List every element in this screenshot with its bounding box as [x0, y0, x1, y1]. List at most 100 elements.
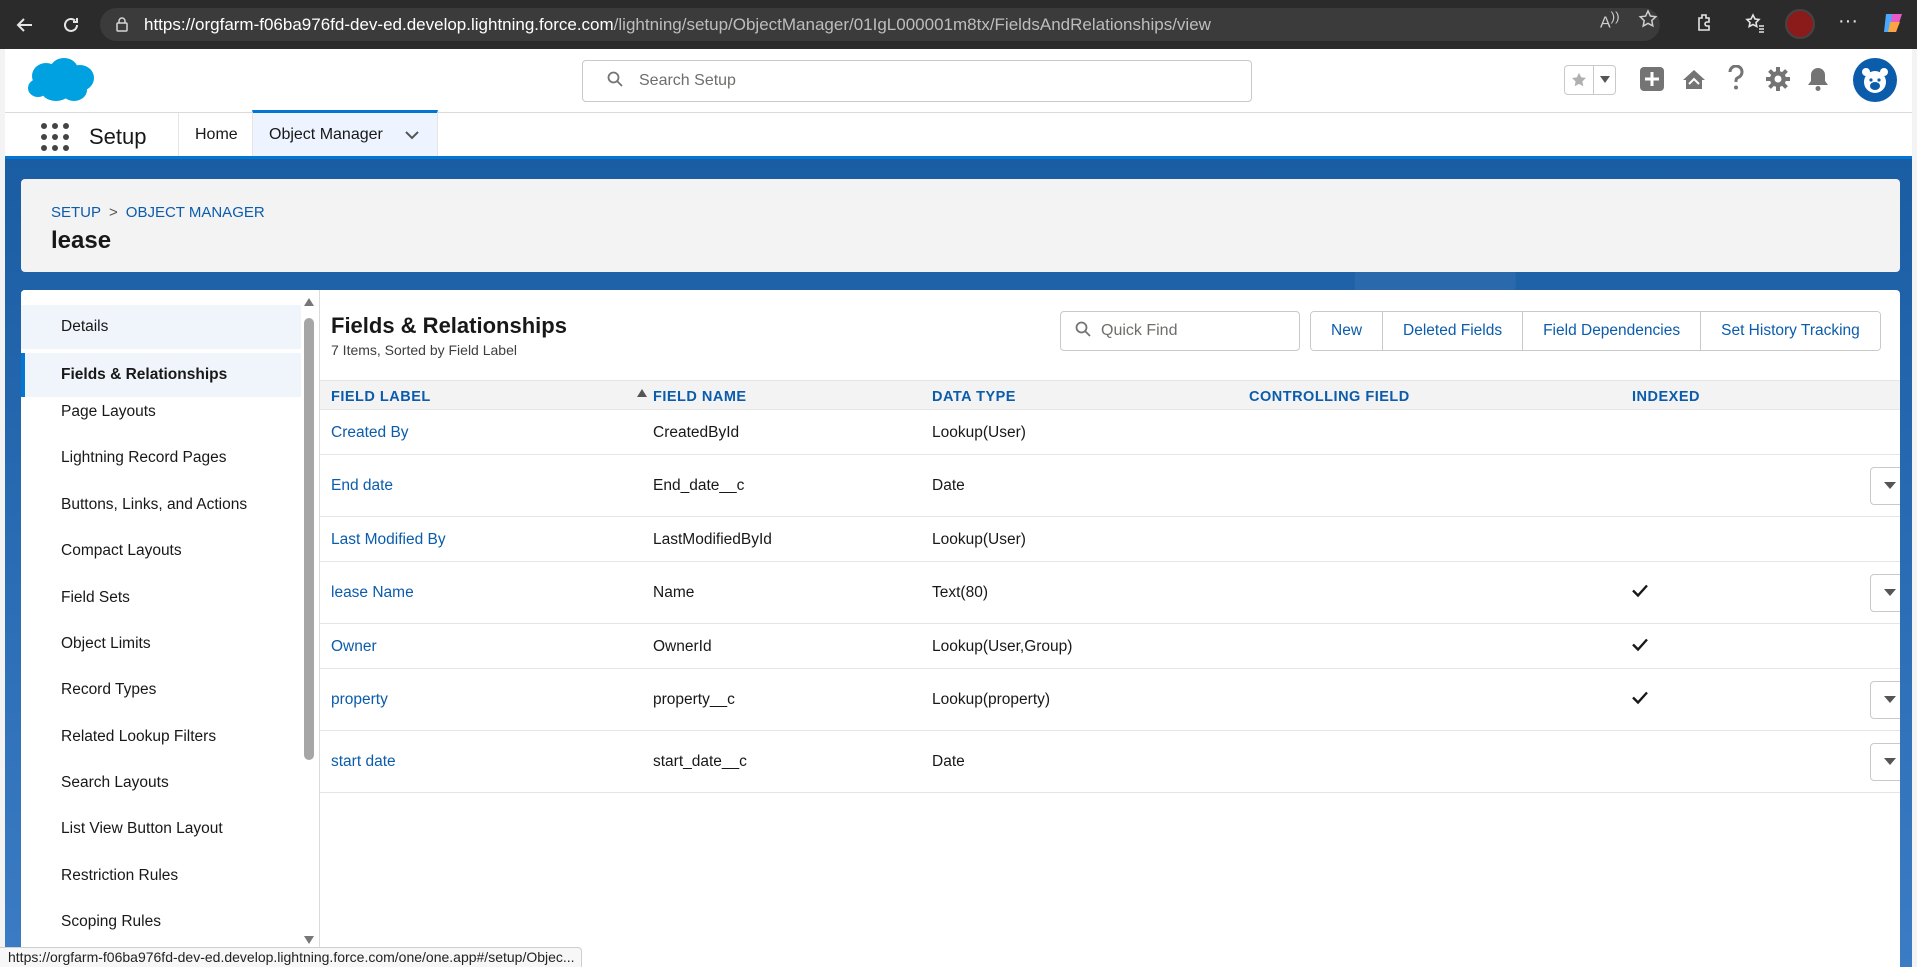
- data-type: Lookup(User): [932, 530, 1026, 548]
- scroll-down-arrow-icon[interactable]: [304, 936, 314, 947]
- sidebar-item-search-layouts[interactable]: Search Layouts: [21, 761, 301, 805]
- favorites-control[interactable]: [1564, 65, 1616, 95]
- extensions-icon[interactable]: [1694, 12, 1716, 39]
- data-type: Lookup(property): [932, 691, 1051, 708]
- scroll-thumb[interactable]: [304, 318, 314, 760]
- search-icon: [607, 71, 623, 92]
- sidebar-item-record-types[interactable]: Record Types: [21, 668, 301, 712]
- search-setup-input[interactable]: [639, 72, 1199, 90]
- sidebar-item-related-lookup-filters[interactable]: Related Lookup Filters: [21, 715, 301, 759]
- favorites-icon[interactable]: [1744, 12, 1766, 39]
- refresh-icon[interactable]: [58, 12, 84, 38]
- fields-relationships-panel: Fields & Relationships 7 Items, Sorted b…: [320, 290, 1900, 967]
- row-actions-dropdown[interactable]: [1870, 467, 1900, 505]
- address-bar[interactable]: https://orgfarm-f06ba976fd-dev-ed.develo…: [100, 8, 1660, 41]
- sidebar-item-field-sets[interactable]: Field Sets: [21, 576, 301, 620]
- favorite-star-icon[interactable]: [1638, 9, 1658, 34]
- field-label-link[interactable]: lease Name: [331, 584, 414, 602]
- site-info-icon[interactable]: [114, 16, 130, 37]
- global-header: [5, 49, 1912, 113]
- data-type: Lookup(User): [932, 423, 1026, 441]
- notifications-bell-icon[interactable]: [1807, 66, 1829, 97]
- new-button[interactable]: New: [1311, 312, 1383, 350]
- field-name: End_date__c: [653, 477, 745, 494]
- tab-object-manager[interactable]: Object Manager: [252, 110, 438, 156]
- sidebar-item-compact-layouts[interactable]: Compact Layouts: [21, 529, 301, 573]
- sidebar-scrollbar[interactable]: [301, 290, 317, 967]
- column-header-indexed[interactable]: INDEXED: [1632, 389, 1700, 405]
- sidebar-item-label: Field Sets: [61, 589, 130, 606]
- field-label-link[interactable]: Last Modified By: [331, 531, 446, 549]
- indexed-checkmark-icon: [1632, 584, 1648, 603]
- user-avatar[interactable]: [1853, 58, 1897, 102]
- indexed-checkmark-icon: [1632, 637, 1648, 656]
- sidebar-item-label: Fields & Relationships: [61, 366, 228, 383]
- help-icon[interactable]: [1727, 64, 1745, 96]
- setup-gear-icon[interactable]: [1765, 66, 1791, 97]
- chevron-down-icon[interactable]: [405, 130, 419, 140]
- table-row: Last Modified By LastModifiedById Lookup…: [320, 518, 1900, 562]
- sidebar-item-label: Lightning Record Pages: [61, 449, 227, 466]
- sidebar-item-label: Object Limits: [61, 635, 151, 652]
- scroll-up-arrow-icon[interactable]: [304, 298, 314, 309]
- sidebar-item-details[interactable]: Details: [21, 305, 301, 349]
- app-navigation-bar: Setup Home Object Manager: [5, 110, 1912, 159]
- favorites-dropdown-icon[interactable]: [1594, 66, 1615, 94]
- column-header-controlling-field[interactable]: CONTROLLING FIELD: [1249, 389, 1410, 405]
- breadcrumb-setup[interactable]: SETUP: [51, 204, 101, 221]
- column-header-data-type[interactable]: DATA TYPE: [932, 389, 1016, 405]
- row-actions-dropdown[interactable]: [1870, 743, 1900, 781]
- field-name: CreatedById: [653, 423, 740, 441]
- breadcrumb-object-manager[interactable]: OBJECT MANAGER: [126, 204, 265, 221]
- browser-toolbar: https://orgfarm-f06ba976fd-dev-ed.develo…: [0, 0, 1917, 49]
- browser-profile-avatar[interactable]: [1785, 9, 1815, 39]
- sort-ascending-icon[interactable]: [637, 389, 647, 400]
- app-launcher-icon[interactable]: [41, 123, 69, 151]
- field-label-link[interactable]: End date: [331, 477, 393, 495]
- sidebar-item-label: Scoping Rules: [61, 913, 161, 930]
- field-name: LastModifiedById: [653, 530, 772, 548]
- quick-find-input[interactable]: [1101, 322, 1291, 340]
- data-type: Date: [932, 753, 965, 770]
- field-label-link[interactable]: property: [331, 691, 388, 709]
- more-options-icon[interactable]: ···: [1838, 10, 1858, 33]
- data-type: Lookup(User,Group): [932, 637, 1073, 655]
- tab-home[interactable]: Home: [178, 113, 254, 156]
- sidebar-item-label: Compact Layouts: [61, 542, 182, 559]
- sidebar-item-label: Buttons, Links, and Actions: [61, 496, 248, 513]
- sidebar-item-restriction-rules[interactable]: Restriction Rules: [21, 854, 301, 898]
- search-setup-box[interactable]: [582, 60, 1252, 102]
- table-row: start date start_date__c Date: [320, 732, 1900, 793]
- sidebar-item-list-view-button-layout[interactable]: List View Button Layout: [21, 807, 301, 851]
- search-icon: [1075, 321, 1091, 342]
- chevron-down-icon: [1884, 589, 1896, 596]
- read-aloud-icon[interactable]: A)): [1600, 9, 1620, 32]
- deleted-fields-button[interactable]: Deleted Fields: [1382, 312, 1523, 350]
- row-actions-dropdown[interactable]: [1870, 681, 1900, 719]
- sidebar-item-page-layouts[interactable]: Page Layouts: [21, 390, 301, 434]
- field-label-link[interactable]: start date: [331, 753, 396, 771]
- field-label-link[interactable]: Owner: [331, 638, 377, 656]
- chevron-down-icon: [1884, 696, 1896, 703]
- field-dependencies-button[interactable]: Field Dependencies: [1522, 312, 1701, 350]
- section-subtitle: 7 Items, Sorted by Field Label: [331, 342, 517, 358]
- copilot-icon[interactable]: [1880, 10, 1906, 41]
- sidebar-item-buttons-links-actions[interactable]: Buttons, Links, and Actions: [21, 483, 301, 527]
- favorite-star-icon[interactable]: [1565, 66, 1595, 94]
- column-header-field-name[interactable]: FIELD NAME: [653, 389, 747, 405]
- field-label-link[interactable]: Created By: [331, 424, 409, 442]
- sidebar-item-scoping-rules[interactable]: Scoping Rules: [21, 900, 301, 944]
- set-history-tracking-button[interactable]: Set History Tracking: [1700, 312, 1880, 350]
- chevron-down-icon: [1884, 482, 1896, 489]
- column-header-field-label[interactable]: FIELD LABEL: [331, 389, 431, 405]
- global-actions-icon[interactable]: [1639, 66, 1665, 97]
- row-actions-dropdown[interactable]: [1870, 574, 1900, 612]
- url-path: /lightning/setup/ObjectManager/01IgL0000…: [613, 14, 1211, 34]
- salesforce-logo[interactable]: [24, 54, 98, 111]
- sidebar-item-lightning-record-pages[interactable]: Lightning Record Pages: [21, 436, 301, 480]
- trailhead-guidance-icon[interactable]: [1681, 68, 1707, 97]
- quick-find-box[interactable]: [1060, 311, 1300, 351]
- sidebar-item-object-limits[interactable]: Object Limits: [21, 622, 301, 666]
- back-icon[interactable]: [12, 12, 38, 38]
- table-row: lease Name Name Text(80): [320, 563, 1900, 624]
